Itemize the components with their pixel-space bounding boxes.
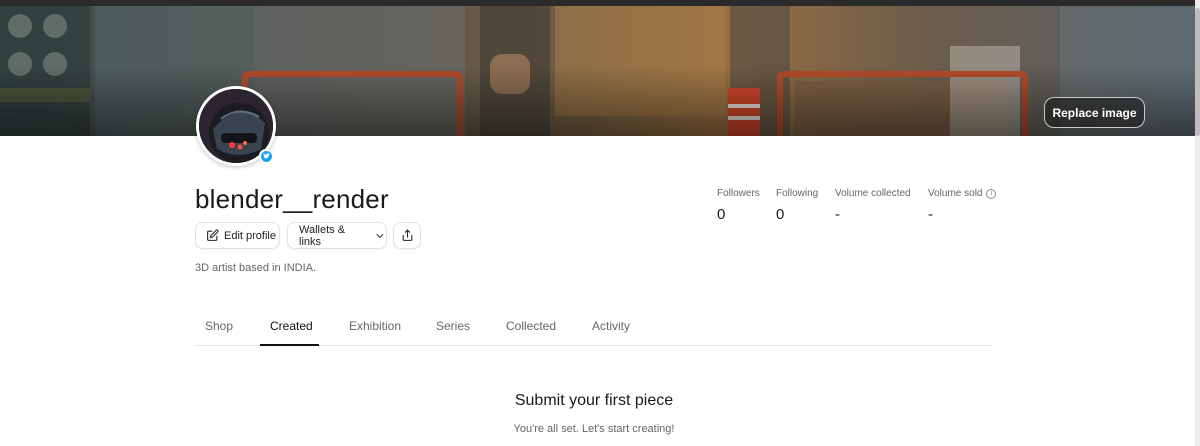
stat-label: Followers xyxy=(717,188,760,199)
stat-value: - xyxy=(835,206,840,223)
page-scrollbar[interactable] xyxy=(1195,0,1200,446)
profile-username: blender__render xyxy=(195,184,389,214)
edit-icon xyxy=(207,229,219,241)
stat-value: - xyxy=(928,206,933,223)
tab-activity[interactable]: Activity xyxy=(592,319,630,333)
tab-collected[interactable]: Collected xyxy=(506,319,556,333)
stat-label-row: Volume sold i xyxy=(928,188,997,199)
profile-tabs: Shop Created Exhibition Series Collected… xyxy=(195,305,992,346)
wallets-links-label: Wallets & links xyxy=(299,223,346,248)
tab-created[interactable]: Created xyxy=(270,319,313,333)
stat-value: 0 xyxy=(776,206,785,223)
empty-state-subtitle: You're all set. Let's start creating! xyxy=(513,423,675,435)
tab-shop[interactable]: Shop xyxy=(205,319,233,333)
active-tab-indicator xyxy=(260,344,319,346)
stat-volume-collected: Volume collected - xyxy=(835,188,911,223)
share-button[interactable] xyxy=(393,222,421,249)
edit-profile-label: Edit profile xyxy=(224,229,276,242)
profile-banner: Replace image xyxy=(0,6,1195,136)
edit-profile-button[interactable]: Edit profile xyxy=(195,222,280,249)
stat-volume-sold: Volume sold i - xyxy=(928,188,997,223)
info-icon[interactable]: i xyxy=(986,188,997,199)
tab-exhibition[interactable]: Exhibition xyxy=(349,319,401,333)
stat-value: 0 xyxy=(717,206,726,223)
empty-state-title: Submit your first piece xyxy=(514,392,674,409)
stat-label: Volume sold xyxy=(928,188,983,199)
chevron-down-icon xyxy=(376,233,384,238)
replace-image-button[interactable]: Replace image xyxy=(1044,97,1145,128)
profile-bio: 3D artist based in INDIA. xyxy=(195,262,317,274)
stat-followers[interactable]: Followers 0 xyxy=(717,188,760,223)
twitter-verified-icon xyxy=(259,149,273,163)
scrollbar-thumb[interactable] xyxy=(1195,8,1200,136)
stat-label: Following xyxy=(776,188,819,199)
stat-label: Volume collected xyxy=(835,188,911,199)
stat-following[interactable]: Following 0 xyxy=(776,188,818,223)
tab-series[interactable]: Series xyxy=(436,319,470,333)
share-icon xyxy=(402,229,412,241)
wallets-links-dropdown[interactable]: Wallets & links xyxy=(287,222,387,249)
banner-image xyxy=(0,6,1195,136)
